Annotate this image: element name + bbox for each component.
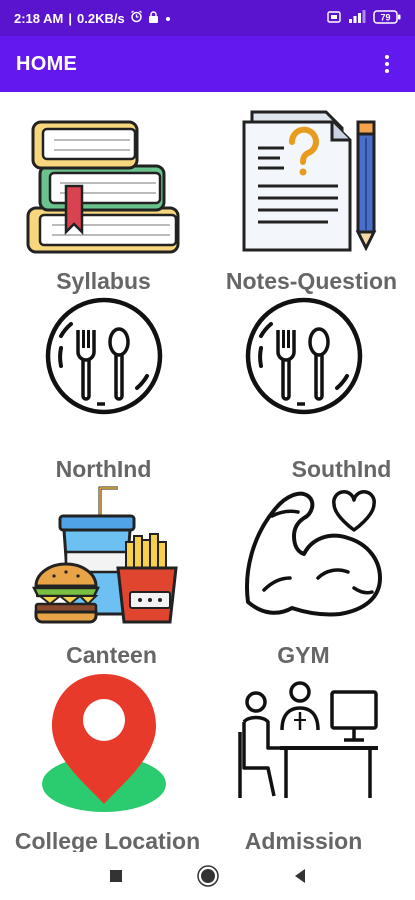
status-left: 2:18 AM | 0.2KB/s [14,10,172,26]
back-icon [294,869,305,883]
status-time: 2:18 AM [14,10,64,26]
tile-label: Syllabus [56,268,151,294]
muscle-heart-icon [245,490,382,617]
recents-button[interactable] [101,861,131,891]
tile-label: College Location [14,828,201,854]
location-pin-icon [42,674,166,812]
tile-canteen[interactable]: Canteen [0,482,207,672]
overflow-menu-button[interactable] [375,48,399,80]
tile-college-location[interactable]: College Location [0,668,207,854]
page-title: HOME [16,52,78,75]
books-icon [26,120,180,254]
more-vert-dot [385,69,389,73]
notes-question-icon [242,110,377,252]
plate-fork-spoon-icon [45,297,163,415]
home-icon [196,865,219,887]
tile-gym[interactable]: GYM [208,482,415,672]
signal-icon [348,10,366,26]
status-bar: 2:18 AM | 0.2KB/s 79 [0,0,415,36]
more-vert-dot [385,62,389,66]
lock-icon [148,10,159,26]
sim-icon [327,10,341,26]
dot-icon [164,11,172,26]
recents-icon [109,870,122,882]
tile-southind[interactable]: SouthInd [208,296,415,486]
plate-fork-spoon-icon [245,297,363,415]
tile-label: SouthInd [291,456,392,482]
status-network-speed: 0.2KB/s [77,10,125,26]
status-right: 79 [327,9,401,27]
app-bar: HOME [0,36,415,92]
tile-syllabus[interactable]: Syllabus [0,104,207,300]
tile-northind[interactable]: NorthInd [0,296,207,486]
tile-admission[interactable]: Admission [208,668,415,854]
tile-label: Admission [244,828,363,854]
back-button[interactable] [285,861,315,891]
tile-label: GYM [277,642,330,668]
tile-label: Canteen [66,642,157,668]
more-vert-icon [385,55,389,59]
home-button[interactable] [193,861,223,891]
tile-label: Notes-Question [225,268,398,294]
tile-notes-question[interactable]: Notes-Question [208,104,415,300]
alarm-icon [130,10,143,26]
admission-desk-icon [238,681,378,798]
battery-icon: 79 [373,9,401,27]
battery-level: 79 [380,12,390,22]
status-separator: | [68,10,73,26]
tile-label: NorthInd [55,456,152,482]
system-nav-bar [0,852,415,900]
fast-food-icon [31,486,178,624]
